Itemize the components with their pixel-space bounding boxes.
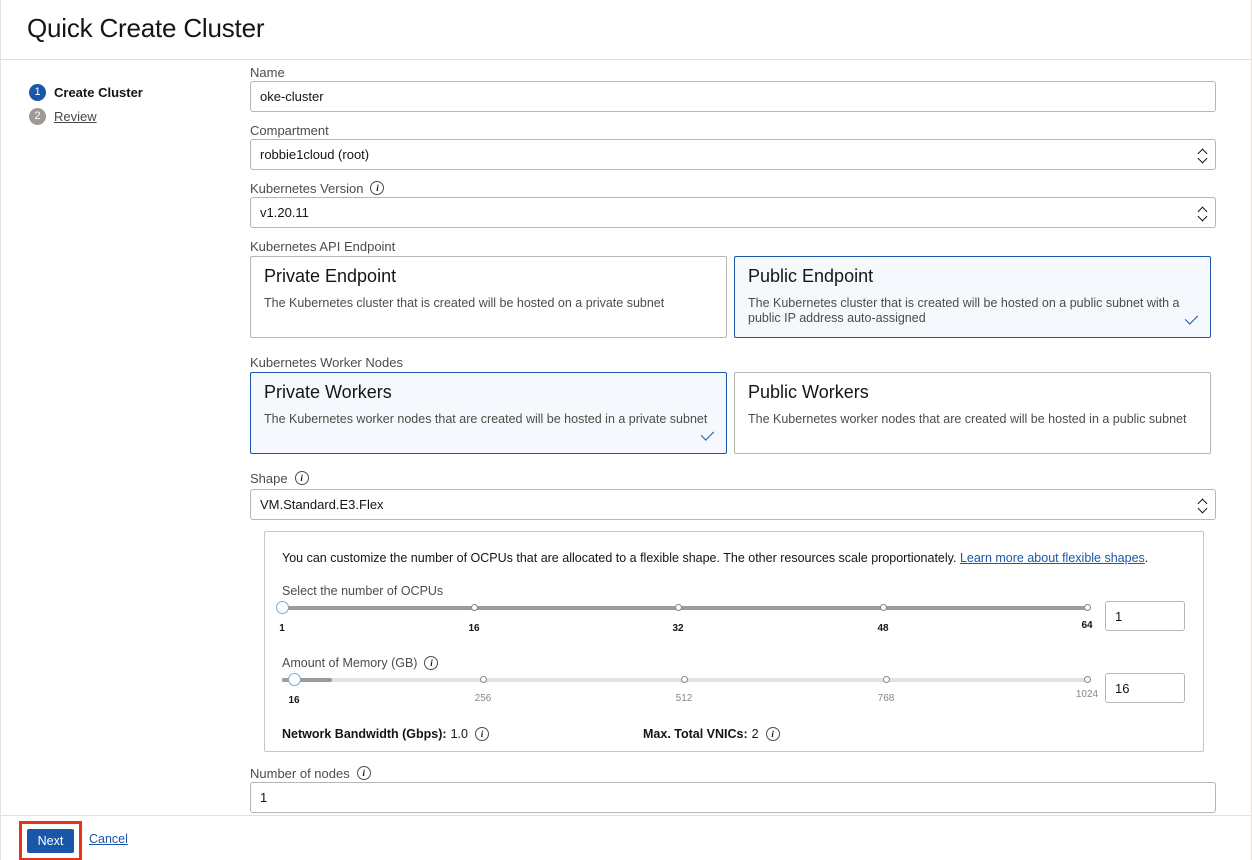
cluster-form: Name oke-cluster Compartment robbie1clou… [250, 62, 1216, 520]
nodes-field: Number of nodes i 1 [250, 764, 1216, 813]
memory-input[interactable]: 16 [1105, 673, 1185, 703]
info-icon[interactable]: i [765, 727, 780, 741]
card-title: Public Endpoint [748, 266, 874, 286]
worker-nodes-options: Private Workers The Kubernetes worker no… [250, 372, 1216, 454]
ocpu-input[interactable]: 1 [1105, 601, 1185, 631]
info-icon[interactable]: i [370, 181, 385, 195]
panel-footer: Next Cancel [1, 815, 1251, 860]
select-arrows-icon [1198, 205, 1208, 221]
slider-tick [681, 676, 688, 683]
tick-label: 512 [675, 693, 693, 704]
slider-tick [471, 604, 478, 611]
public-endpoint-card[interactable]: Public Endpoint The Kubernetes cluster t… [734, 256, 1211, 338]
select-arrows-icon [1198, 147, 1208, 163]
shape-select[interactable]: VM.Standard.E3.Flex [250, 489, 1216, 520]
check-icon [700, 427, 715, 441]
memory-label: Amount of Memory (GB) i [282, 656, 439, 670]
card-description: The Kubernetes worker nodes that are cre… [748, 412, 1187, 426]
tick-label: 48 [877, 623, 889, 634]
k8s-version-label: Kubernetes Version i [250, 179, 1216, 197]
api-endpoint-label: Kubernetes API Endpoint [250, 238, 396, 254]
wizard-steps: 1 Create Cluster 2 Review [29, 80, 143, 128]
ocpu-label: Select the number of OCPUs [282, 584, 444, 598]
step-number: 1 [29, 83, 46, 101]
nodes-label: Number of nodes i [250, 764, 1216, 782]
private-endpoint-card[interactable]: Private Endpoint The Kubernetes cluster … [250, 256, 727, 338]
tick-label: 256 [474, 693, 492, 704]
tick-label: 16 [468, 623, 480, 634]
step-number: 2 [29, 107, 46, 125]
step-label[interactable]: Review [54, 109, 97, 124]
private-workers-card[interactable]: Private Workers The Kubernetes worker no… [250, 372, 727, 454]
card-title: Private Workers [264, 382, 392, 402]
tick-label: 1024 [1075, 689, 1099, 700]
name-input[interactable]: oke-cluster [250, 81, 1216, 112]
slider-tick [675, 604, 682, 611]
step-review[interactable]: 2 Review [29, 104, 143, 128]
select-arrows-icon [1198, 497, 1208, 513]
cancel-link[interactable]: Cancel [89, 832, 128, 846]
card-title: Private Endpoint [264, 266, 397, 286]
api-endpoint-options: Private Endpoint The Kubernetes cluster … [250, 256, 1216, 338]
step-label: Create Cluster [54, 84, 143, 100]
info-icon[interactable]: i [356, 766, 371, 780]
card-description: The Kubernetes cluster that is created w… [748, 296, 1180, 325]
card-description: The Kubernetes cluster that is created w… [264, 296, 665, 310]
slider-tick [880, 604, 887, 611]
max-total-vnics: Max. Total VNICs: 2 i [643, 727, 780, 741]
slider-tick [480, 676, 487, 683]
learn-more-link[interactable]: Learn more about flexible shapes [960, 551, 1145, 565]
network-bandwidth: Network Bandwidth (Gbps): 1.0 i [282, 727, 489, 741]
panel-header: Quick Create Cluster [1, 0, 1251, 60]
card-title: Public Workers [748, 382, 869, 402]
info-icon[interactable]: i [294, 471, 309, 485]
tick-label: 1 [279, 623, 285, 634]
worker-nodes-label: Kubernetes Worker Nodes [250, 354, 403, 370]
public-workers-card[interactable]: Public Workers The Kubernetes worker nod… [734, 372, 1211, 454]
card-description: The Kubernetes worker nodes that are cre… [264, 412, 708, 426]
flex-shape-config: You can customize the number of OCPUs th… [264, 531, 1204, 752]
quick-create-cluster-panel: Quick Create Cluster 1 Create Cluster 2 … [0, 0, 1252, 860]
next-button-highlight: Next [19, 821, 82, 860]
tick-label: 64 [1081, 620, 1093, 631]
compartment-label: Compartment [250, 122, 329, 138]
nodes-input[interactable]: 1 [250, 782, 1216, 813]
tick-label: 32 [672, 623, 684, 634]
info-icon[interactable]: i [424, 656, 439, 670]
slider-tick [883, 676, 890, 683]
page-title: Quick Create Cluster [27, 13, 265, 43]
info-icon[interactable]: i [474, 727, 489, 741]
step-create-cluster: 1 Create Cluster [29, 80, 143, 104]
ocpu-slider-track[interactable] [282, 606, 1088, 610]
compartment-select[interactable]: robbie1cloud (root) [250, 139, 1216, 170]
flex-shape-note: You can customize the number of OCPUs th… [282, 551, 1149, 565]
shape-label: Shape i [250, 469, 1216, 487]
slider-tick [1084, 604, 1091, 611]
tick-label: 768 [877, 693, 895, 704]
name-label: Name [250, 64, 285, 80]
tick-label: 16 [288, 695, 300, 706]
memory-slider-thumb[interactable] [288, 673, 301, 686]
next-button[interactable]: Next [27, 829, 74, 853]
ocpu-slider-thumb[interactable] [276, 601, 289, 614]
slider-tick [1084, 676, 1091, 683]
k8s-version-select[interactable]: v1.20.11 [250, 197, 1216, 228]
